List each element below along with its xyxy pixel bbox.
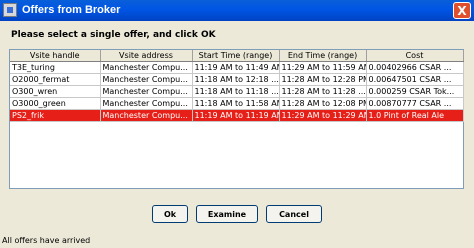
cell-end-time: 11:29 AM to 11:59 AM — [279, 61, 367, 74]
table-row[interactable]: T3E_turing Manchester Compu... 11:19 AM … — [10, 61, 464, 74]
offers-table: Vsite handle Vsite address Start Time (r… — [9, 49, 464, 189]
cancel-button[interactable]: Cancel — [266, 205, 322, 223]
cell-end-time: 11:29 AM to 11:29 AM — [279, 109, 367, 122]
cell-vsite-handle: O2000_fermat — [10, 73, 101, 86]
cell-start-time: 11:19 AM to 11:19 AM — [192, 109, 280, 122]
cell-start-time: 11:18 AM to 11:58 AM — [192, 97, 280, 110]
cell-end-time: 11:28 AM to 12:28 PM — [279, 73, 367, 86]
table-header-row: Vsite handle Vsite address Start Time (r… — [10, 50, 464, 62]
cell-vsite-address: Manchester Compu... — [100, 109, 193, 122]
cell-vsite-address: Manchester Compu... — [100, 61, 193, 74]
examine-button[interactable]: Examine — [196, 205, 258, 223]
cell-cost: 0.00402966 CSAR ... — [366, 61, 464, 74]
column-header-vsite-handle[interactable]: Vsite handle — [10, 50, 101, 62]
app-icon — [3, 3, 17, 17]
table-row-selected[interactable]: PS2_frik Manchester Compu... 11:19 AM to… — [10, 109, 464, 122]
column-header-end-time[interactable]: End Time (range) — [279, 50, 367, 62]
column-header-cost[interactable]: Cost — [366, 50, 464, 62]
cell-vsite-address: Manchester Compu... — [100, 97, 193, 110]
cell-start-time: 11:19 AM to 11:49 AM — [192, 61, 280, 74]
window-title: Offers from Broker — [22, 4, 121, 16]
table-row[interactable]: O2000_fermat Manchester Compu... 11:18 A… — [10, 73, 464, 86]
ok-button[interactable]: Ok — [152, 205, 188, 223]
cell-end-time: 11:28 AM to 12:08 PM — [279, 97, 367, 110]
cell-end-time: 11:28 AM to 11:28 ... — [279, 85, 367, 98]
cell-vsite-handle: PS2_frik — [10, 109, 101, 122]
cell-vsite-handle: T3E_turing — [10, 61, 101, 74]
instruction-label: Please select a single offer, and click … — [11, 30, 216, 40]
cell-cost: 0.000259 CSAR Tok... — [366, 85, 464, 98]
title-bar: Offers from Broker X — [0, 0, 474, 21]
cell-vsite-handle: O3000_green — [10, 97, 101, 110]
cell-start-time: 11:18 AM to 11:18 ... — [192, 85, 280, 98]
cell-start-time: 11:18 AM to 12:18 ... — [192, 73, 280, 86]
cell-vsite-address: Manchester Compu... — [100, 73, 193, 86]
column-header-vsite-address[interactable]: Vsite address — [100, 50, 193, 62]
cell-vsite-address: Manchester Compu... — [100, 85, 193, 98]
cell-cost: 0.00870777 CSAR ... — [366, 97, 464, 110]
cell-cost: 0.00647501 CSAR ... — [366, 73, 464, 86]
cell-vsite-handle: O300_wren — [10, 85, 101, 98]
column-header-start-time[interactable]: Start Time (range) — [192, 50, 280, 62]
table-row[interactable]: O3000_green Manchester Compu... 11:18 AM… — [10, 97, 464, 110]
table-row[interactable]: O300_wren Manchester Compu... 11:18 AM t… — [10, 85, 464, 98]
status-text: All offers have arrived — [2, 236, 91, 245]
close-button[interactable]: X — [453, 2, 471, 19]
cell-cost: 1.0 Pint of Real Ale — [366, 109, 464, 122]
